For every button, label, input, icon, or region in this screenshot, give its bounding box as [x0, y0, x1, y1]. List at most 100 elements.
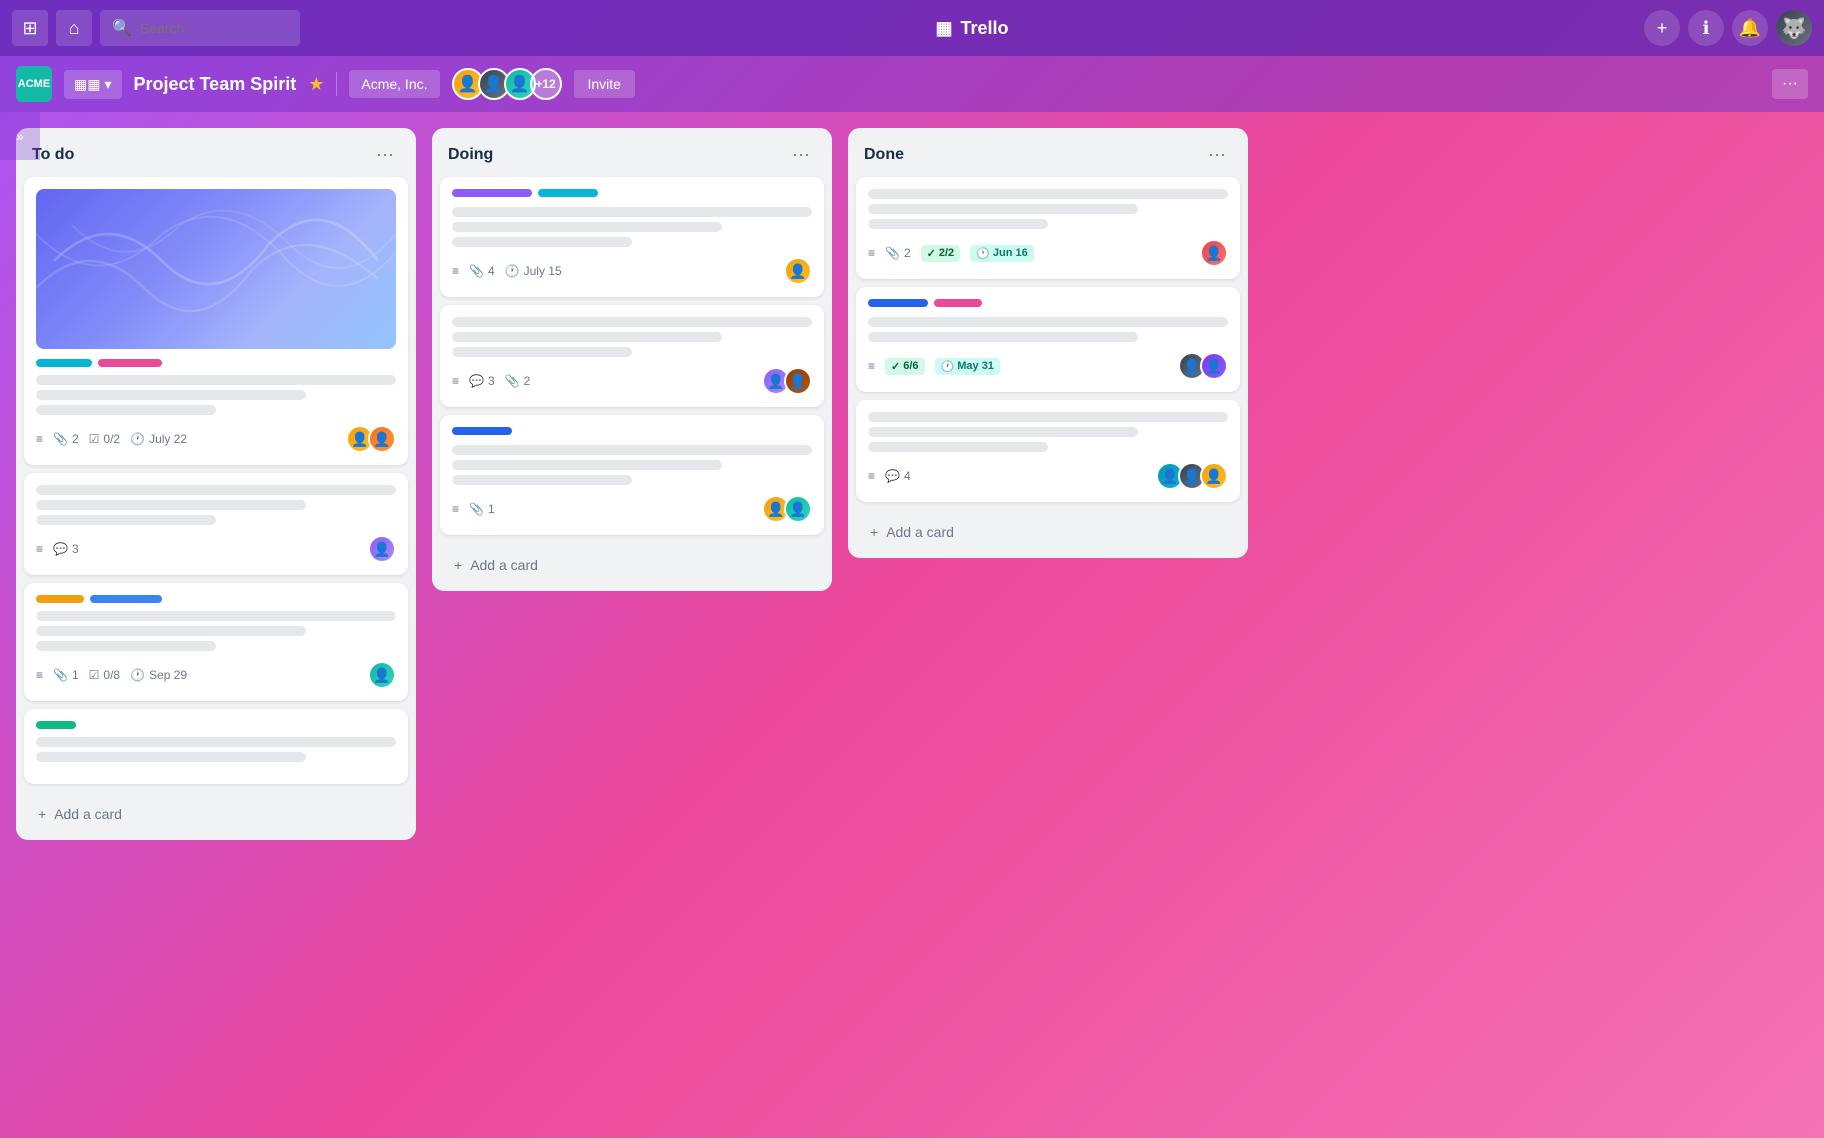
card-done-2[interactable]: ≡ ✓ 6/6 🕐 May 31 👤 — [856, 287, 1240, 392]
grid-menu-button[interactable]: ⊞ — [12, 10, 48, 46]
progress-bars — [452, 189, 812, 197]
list-doing: Doing ··· ≡ 📎 4 — [432, 128, 832, 591]
card-todo-2[interactable]: ≡ 💬 3 👤 — [24, 473, 408, 575]
card-content-lines — [868, 412, 1228, 452]
card-tags — [36, 359, 396, 367]
home-button[interactable]: ⌂ — [56, 10, 92, 46]
checklist-count: ☑ 0/8 — [89, 668, 120, 682]
bell-icon: 🔔 — [1739, 18, 1761, 39]
search-icon: 🔍 — [112, 18, 132, 38]
card-todo-4[interactable] — [24, 709, 408, 784]
card-done-1[interactable]: ≡ 📎 2 ✓ 2/2 🕐 Jun 16 — [856, 177, 1240, 279]
progress-bars — [452, 427, 812, 435]
list-done-menu-button[interactable]: ··· — [1202, 142, 1232, 167]
card-todo-3[interactable]: ≡ 📎 1 ☑ 0/8 🕐 Sep 29 — [24, 583, 408, 701]
card-avatar-1: 👤 — [784, 257, 812, 285]
checklist-count: ☑ 0/2 — [89, 432, 120, 446]
comment-icon: 💬 — [469, 374, 484, 388]
board-type-button[interactable]: ▦▦ ▾ — [64, 70, 122, 99]
member-avatars: 👤 👤 👤 +12 — [452, 68, 562, 100]
card-doing-1[interactable]: ≡ 📎 4 🕐 July 15 👤 — [440, 177, 824, 297]
progress-bar-blue — [452, 427, 512, 435]
card-doing-3[interactable]: ≡ 📎 1 👤 👤 — [440, 415, 824, 535]
top-nav: ⊞ ⌂ 🔍 ▦ Trello + ℹ 🔔 🐺 — [0, 0, 1824, 56]
add-card-doing-button[interactable]: + Add a card — [440, 547, 824, 583]
add-card-done-button[interactable]: + + Add a card Add a card — [856, 514, 1240, 550]
workspace-icon: ACME — [16, 66, 52, 102]
comments-count: 💬 4 — [885, 469, 911, 483]
star-button[interactable]: ★ — [308, 74, 324, 95]
info-button[interactable]: ℹ — [1688, 10, 1724, 46]
list-done: Done ··· ≡ 📎 2 ✓ — [848, 128, 1248, 558]
board-title: Project Team Spirit — [134, 74, 297, 95]
card-avatar-2: 👤 — [368, 425, 396, 453]
hamburger-icon: ≡ — [36, 542, 43, 556]
card-footer: ≡ 💬 3 📎 2 👤 👤 — [452, 367, 812, 395]
notifications-button[interactable]: 🔔 — [1732, 10, 1768, 46]
card-avatar-2: 👤 — [1200, 352, 1228, 380]
card-footer: ≡ 📎 4 🕐 July 15 👤 — [452, 257, 812, 285]
board-header: ACME ▦▦ ▾ Project Team Spirit ★ Acme, In… — [0, 56, 1824, 112]
attachments-count: 📎 4 — [469, 264, 495, 278]
hamburger-icon: ≡ — [452, 502, 459, 516]
card-image — [36, 189, 396, 349]
checklist-icon: ☑ — [89, 432, 100, 446]
list-todo-cards: ≡ 📎 2 ☑ 0/2 🕐 July 22 — [16, 177, 416, 792]
hamburger-icon: ≡ — [36, 668, 43, 682]
hamburger-icon: ≡ — [868, 359, 875, 373]
plus-icon: + — [454, 557, 462, 573]
attachment-icon: 📎 — [53, 432, 68, 446]
card-content-lines — [452, 207, 812, 247]
home-icon: ⌂ — [69, 18, 80, 39]
hamburger-icon: ≡ — [868, 246, 875, 260]
card-avatar-1: 👤 — [1200, 239, 1228, 267]
grid-icon: ⊞ — [22, 18, 37, 39]
checklist-icon: ☑ — [89, 668, 100, 682]
card-tags — [36, 595, 396, 603]
card-todo-1[interactable]: ≡ 📎 2 ☑ 0/2 🕐 July 22 — [24, 177, 408, 465]
chevron-right-icon: » — [16, 128, 24, 144]
attachment-icon: 📎 — [469, 502, 484, 516]
progress-bar-purple — [452, 189, 532, 197]
date-badge: 🕐 Jun 16 — [970, 245, 1034, 262]
hamburger-icon: ≡ — [452, 264, 459, 278]
progress-bar-blue — [868, 299, 928, 307]
checklist-badge: ✓ 6/6 — [885, 358, 925, 375]
tag-green — [36, 721, 76, 729]
card-content-lines — [868, 317, 1228, 342]
hamburger-icon: ≡ — [868, 469, 875, 483]
search-bar[interactable]: 🔍 — [100, 10, 300, 46]
list-done-header: Done ··· — [848, 128, 1248, 177]
user-avatar[interactable]: 🐺 — [1776, 10, 1812, 46]
due-date: 🕐 Sep 29 — [130, 668, 187, 682]
attachments-count: 📎 1 — [53, 668, 79, 682]
card-footer: ≡ 📎 1 ☑ 0/8 🕐 Sep 29 — [36, 661, 396, 689]
sidebar-toggle-button[interactable]: » — [0, 112, 40, 160]
list-todo-menu-button[interactable]: ··· — [370, 142, 400, 167]
add-card-todo-button[interactable]: + + Add a card Add a card — [24, 796, 408, 832]
list-doing-menu-button[interactable]: ··· — [786, 142, 816, 167]
checklist-badge: ✓ 2/2 — [921, 245, 961, 262]
attachment-icon: 📎 — [53, 668, 68, 682]
search-input[interactable] — [140, 20, 288, 36]
card-avatar-1: 👤 — [368, 535, 396, 563]
separator — [336, 72, 337, 96]
list-done-cards: ≡ 📎 2 ✓ 2/2 🕐 Jun 16 — [848, 177, 1248, 510]
card-footer: ≡ 💬 4 👤 👤 👤 — [868, 462, 1228, 490]
plus-icon: + — [38, 806, 46, 822]
member-count[interactable]: +12 — [530, 68, 562, 100]
board-more-button[interactable]: ··· — [1772, 69, 1808, 99]
add-button[interactable]: + — [1644, 10, 1680, 46]
workspace-name[interactable]: Acme, Inc. — [349, 70, 439, 98]
list-done-title: Done — [864, 146, 904, 164]
card-content-lines — [36, 375, 396, 415]
card-done-3[interactable]: ≡ 💬 4 👤 👤 👤 — [856, 400, 1240, 502]
check-icon: ✓ — [891, 360, 900, 373]
card-avatars: 👤 👤 — [762, 495, 812, 523]
card-avatars: 👤 👤 — [346, 425, 396, 453]
invite-button[interactable]: Invite — [574, 70, 635, 98]
attachments-count: 📎 2 — [505, 374, 531, 388]
attachments-count: 📎 2 — [53, 432, 79, 446]
card-doing-2[interactable]: ≡ 💬 3 📎 2 👤 👤 — [440, 305, 824, 407]
card-avatars: 👤 — [368, 535, 396, 563]
